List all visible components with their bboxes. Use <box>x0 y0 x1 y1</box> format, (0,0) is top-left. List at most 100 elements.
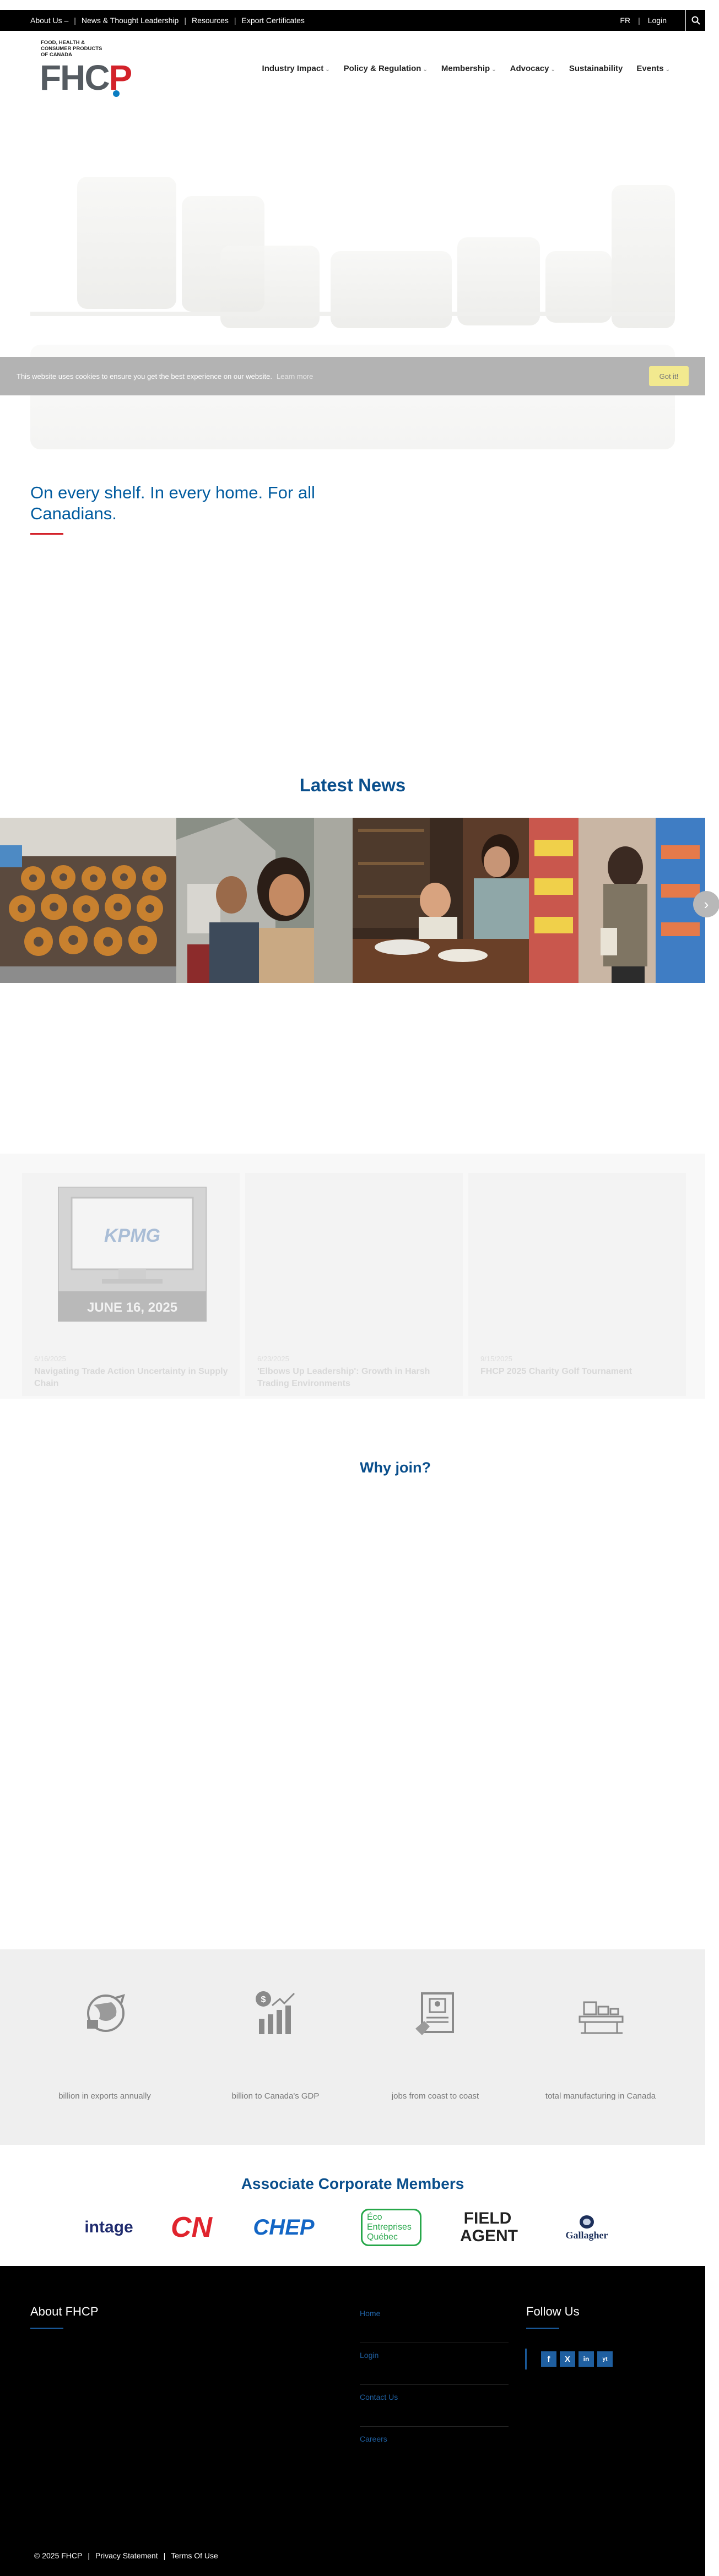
logo-text: CHEP <box>253 2215 315 2240</box>
footer-divider <box>30 2328 63 2329</box>
footer-divider <box>526 2328 559 2329</box>
logo-gallagher[interactable]: Gallagher <box>545 2203 628 2252</box>
stat-label: total manufacturing in Canada <box>545 2091 656 2101</box>
logo-intage[interactable]: intage <box>80 2203 138 2252</box>
chevron-down-icon: ⌄ <box>423 67 428 73</box>
privacy-link[interactable]: Privacy Statement <box>95 2551 158 2560</box>
chevron-right-icon: › <box>704 895 709 912</box>
chevron-down-icon: ⌄ <box>550 67 555 73</box>
nav-item-policy[interactable]: Policy & Regulation ⌄ <box>344 64 428 73</box>
nav-item-events[interactable]: Events ⌄ <box>636 64 670 73</box>
carousel-next-button[interactable]: › <box>693 891 719 917</box>
hero-jar-image <box>331 251 452 328</box>
utility-right: FR | Login <box>620 10 705 31</box>
event-title[interactable]: Navigating Trade Action Uncertainty in S… <box>34 1366 233 1390</box>
stat-label: billion to Canada's GDP <box>231 2091 320 2101</box>
latest-news-heading: Latest News <box>299 775 406 795</box>
stat-manufacturing: total manufacturing in Canada <box>512 1949 689 2145</box>
news-image-family-dinner <box>353 818 529 983</box>
job-profile-icon <box>415 1992 454 2035</box>
news-image-couple <box>176 818 353 983</box>
logo-dot-icon <box>113 90 120 97</box>
stat-gdp: $ billion to Canada's GDP <box>187 1949 364 2145</box>
logo-line: FOOD, HEALTH & <box>41 40 85 46</box>
footer-link-careers[interactable]: Careers <box>360 2427 509 2469</box>
nav-item-industry-impact[interactable]: Industry Impact ⌄ <box>262 64 330 73</box>
linkedin-icon[interactable]: in <box>579 2351 594 2367</box>
event-card[interactable]: 9/15/2025 FHCP 2025 Charity Golf Tournam… <box>468 1173 686 1396</box>
separator: | <box>638 16 640 25</box>
event-title[interactable]: FHCP 2025 Charity Golf Tournament <box>480 1366 679 1378</box>
hero-shelf <box>30 312 675 316</box>
event-date: 6/23/2025 <box>257 1355 289 1363</box>
nav-label: Policy & Regulation <box>343 64 421 73</box>
event-date: 9/15/2025 <box>480 1355 512 1363</box>
associate-logos-carousel: intage CN CHEP Éco Entreprises Québec FI… <box>80 2203 625 2252</box>
logo-text: FIELD AGENT <box>460 2209 518 2245</box>
footer-link-contact[interactable]: Contact Us <box>360 2385 509 2427</box>
news-card-image[interactable] <box>176 818 353 983</box>
utility-link-resources[interactable]: Resources <box>192 16 229 25</box>
language-toggle[interactable]: FR <box>620 16 630 25</box>
youtube-icon[interactable]: yt <box>597 2351 613 2367</box>
utility-link-about[interactable]: About Us – <box>30 16 68 25</box>
utility-link-export[interactable]: Export Certificates <box>242 16 305 25</box>
footer-about-heading: About FHCP <box>30 2305 99 2318</box>
nav-item-advocacy[interactable]: Advocacy ⌄ <box>510 64 555 73</box>
news-card-image[interactable] <box>353 818 529 983</box>
logo-subtitle: FOOD, HEALTH & CONSUMER PRODUCTS OF CANA… <box>41 40 102 58</box>
nav-label: Membership <box>441 64 490 73</box>
news-image-grocery-shopper <box>529 818 705 983</box>
utility-link-news[interactable]: News & Thought Leadership <box>82 16 179 25</box>
cookie-message: This website uses cookies to ensure you … <box>17 372 272 381</box>
news-image-donuts <box>0 818 176 983</box>
logo-chep[interactable]: CHEP <box>245 2203 322 2252</box>
news-card-image[interactable] <box>0 818 176 983</box>
nav-item-sustainability[interactable]: Sustainability <box>569 64 623 73</box>
cookie-accept-button[interactable]: Got it! <box>649 366 689 386</box>
separator: | <box>74 16 76 25</box>
footer-link-home[interactable]: Home <box>360 2301 509 2343</box>
chevron-down-icon: ⌄ <box>665 67 670 73</box>
footer-follow-heading: Follow Us <box>526 2305 580 2318</box>
social-links: f X in yt <box>525 2349 613 2370</box>
top-utility-bar: About Us – | News & Thought Leadership |… <box>0 10 705 31</box>
utility-links: About Us – | News & Thought Leadership |… <box>30 16 305 25</box>
event-card[interactable]: KPMG JUNE 16, 2025 6/16/2025 Navigating … <box>22 1173 240 1396</box>
stats-section: billion in exports annually $ billion to… <box>0 1949 705 2145</box>
login-link[interactable]: Login <box>648 16 667 25</box>
logo-text: Gallagher <box>565 2229 608 2241</box>
news-card-image[interactable] <box>529 818 705 983</box>
logo-line: CONSUMER PRODUCTS <box>41 46 102 52</box>
associate-members-heading: Associate Corporate Members <box>241 2175 464 2192</box>
logo-field-agent[interactable]: FIELD AGENT <box>457 2203 518 2252</box>
logo-cn[interactable]: CN <box>157 2203 226 2252</box>
facebook-icon[interactable]: f <box>541 2351 556 2367</box>
separator: | <box>163 2551 166 2560</box>
separator: | <box>88 2551 90 2560</box>
cookie-learn-more-link[interactable]: Learn more <box>277 372 313 381</box>
nav-item-membership[interactable]: Membership ⌄ <box>441 64 496 73</box>
terms-link[interactable]: Terms Of Use <box>171 2551 218 2560</box>
stat-jobs: jobs from coast to coast <box>347 1949 523 2145</box>
events-section: KPMG JUNE 16, 2025 6/16/2025 Navigating … <box>0 1154 705 1399</box>
utility-right-links: FR | Login <box>620 16 667 25</box>
site-header: FOOD, HEALTH & CONSUMER PRODUCTS OF CANA… <box>0 31 705 113</box>
logo-text: CN <box>170 2211 213 2243</box>
logo-text: intage <box>84 2218 133 2236</box>
logo-text: Éco Entreprises Québec <box>361 2209 421 2246</box>
main-nav: Industry Impact ⌄ Policy & Regulation ⌄ Me… <box>262 64 670 73</box>
tagline-divider <box>30 533 63 535</box>
globe-export-icon <box>87 1994 125 2032</box>
nav-label: Advocacy <box>510 64 549 73</box>
event-title[interactable]: 'Elbows Up Leadership': Growth in Harsh … <box>257 1366 456 1390</box>
factory-conveyor-icon <box>579 2001 624 2034</box>
footer-link-login[interactable]: Login <box>360 2343 509 2385</box>
search-button[interactable] <box>685 10 705 31</box>
x-twitter-icon[interactable]: X <box>560 2351 575 2367</box>
footer-legal: © 2025 FHCP | Privacy Statement | Terms … <box>34 2551 218 2560</box>
cookie-banner: This website uses cookies to ensure you … <box>0 357 705 395</box>
logo-eco-entreprises[interactable]: Éco Entreprises Québec <box>358 2203 424 2252</box>
event-image-kpmg: KPMG JUNE 16, 2025 <box>58 1187 207 1322</box>
event-card[interactable]: 6/23/2025 'Elbows Up Leadership': Growth… <box>245 1173 463 1396</box>
